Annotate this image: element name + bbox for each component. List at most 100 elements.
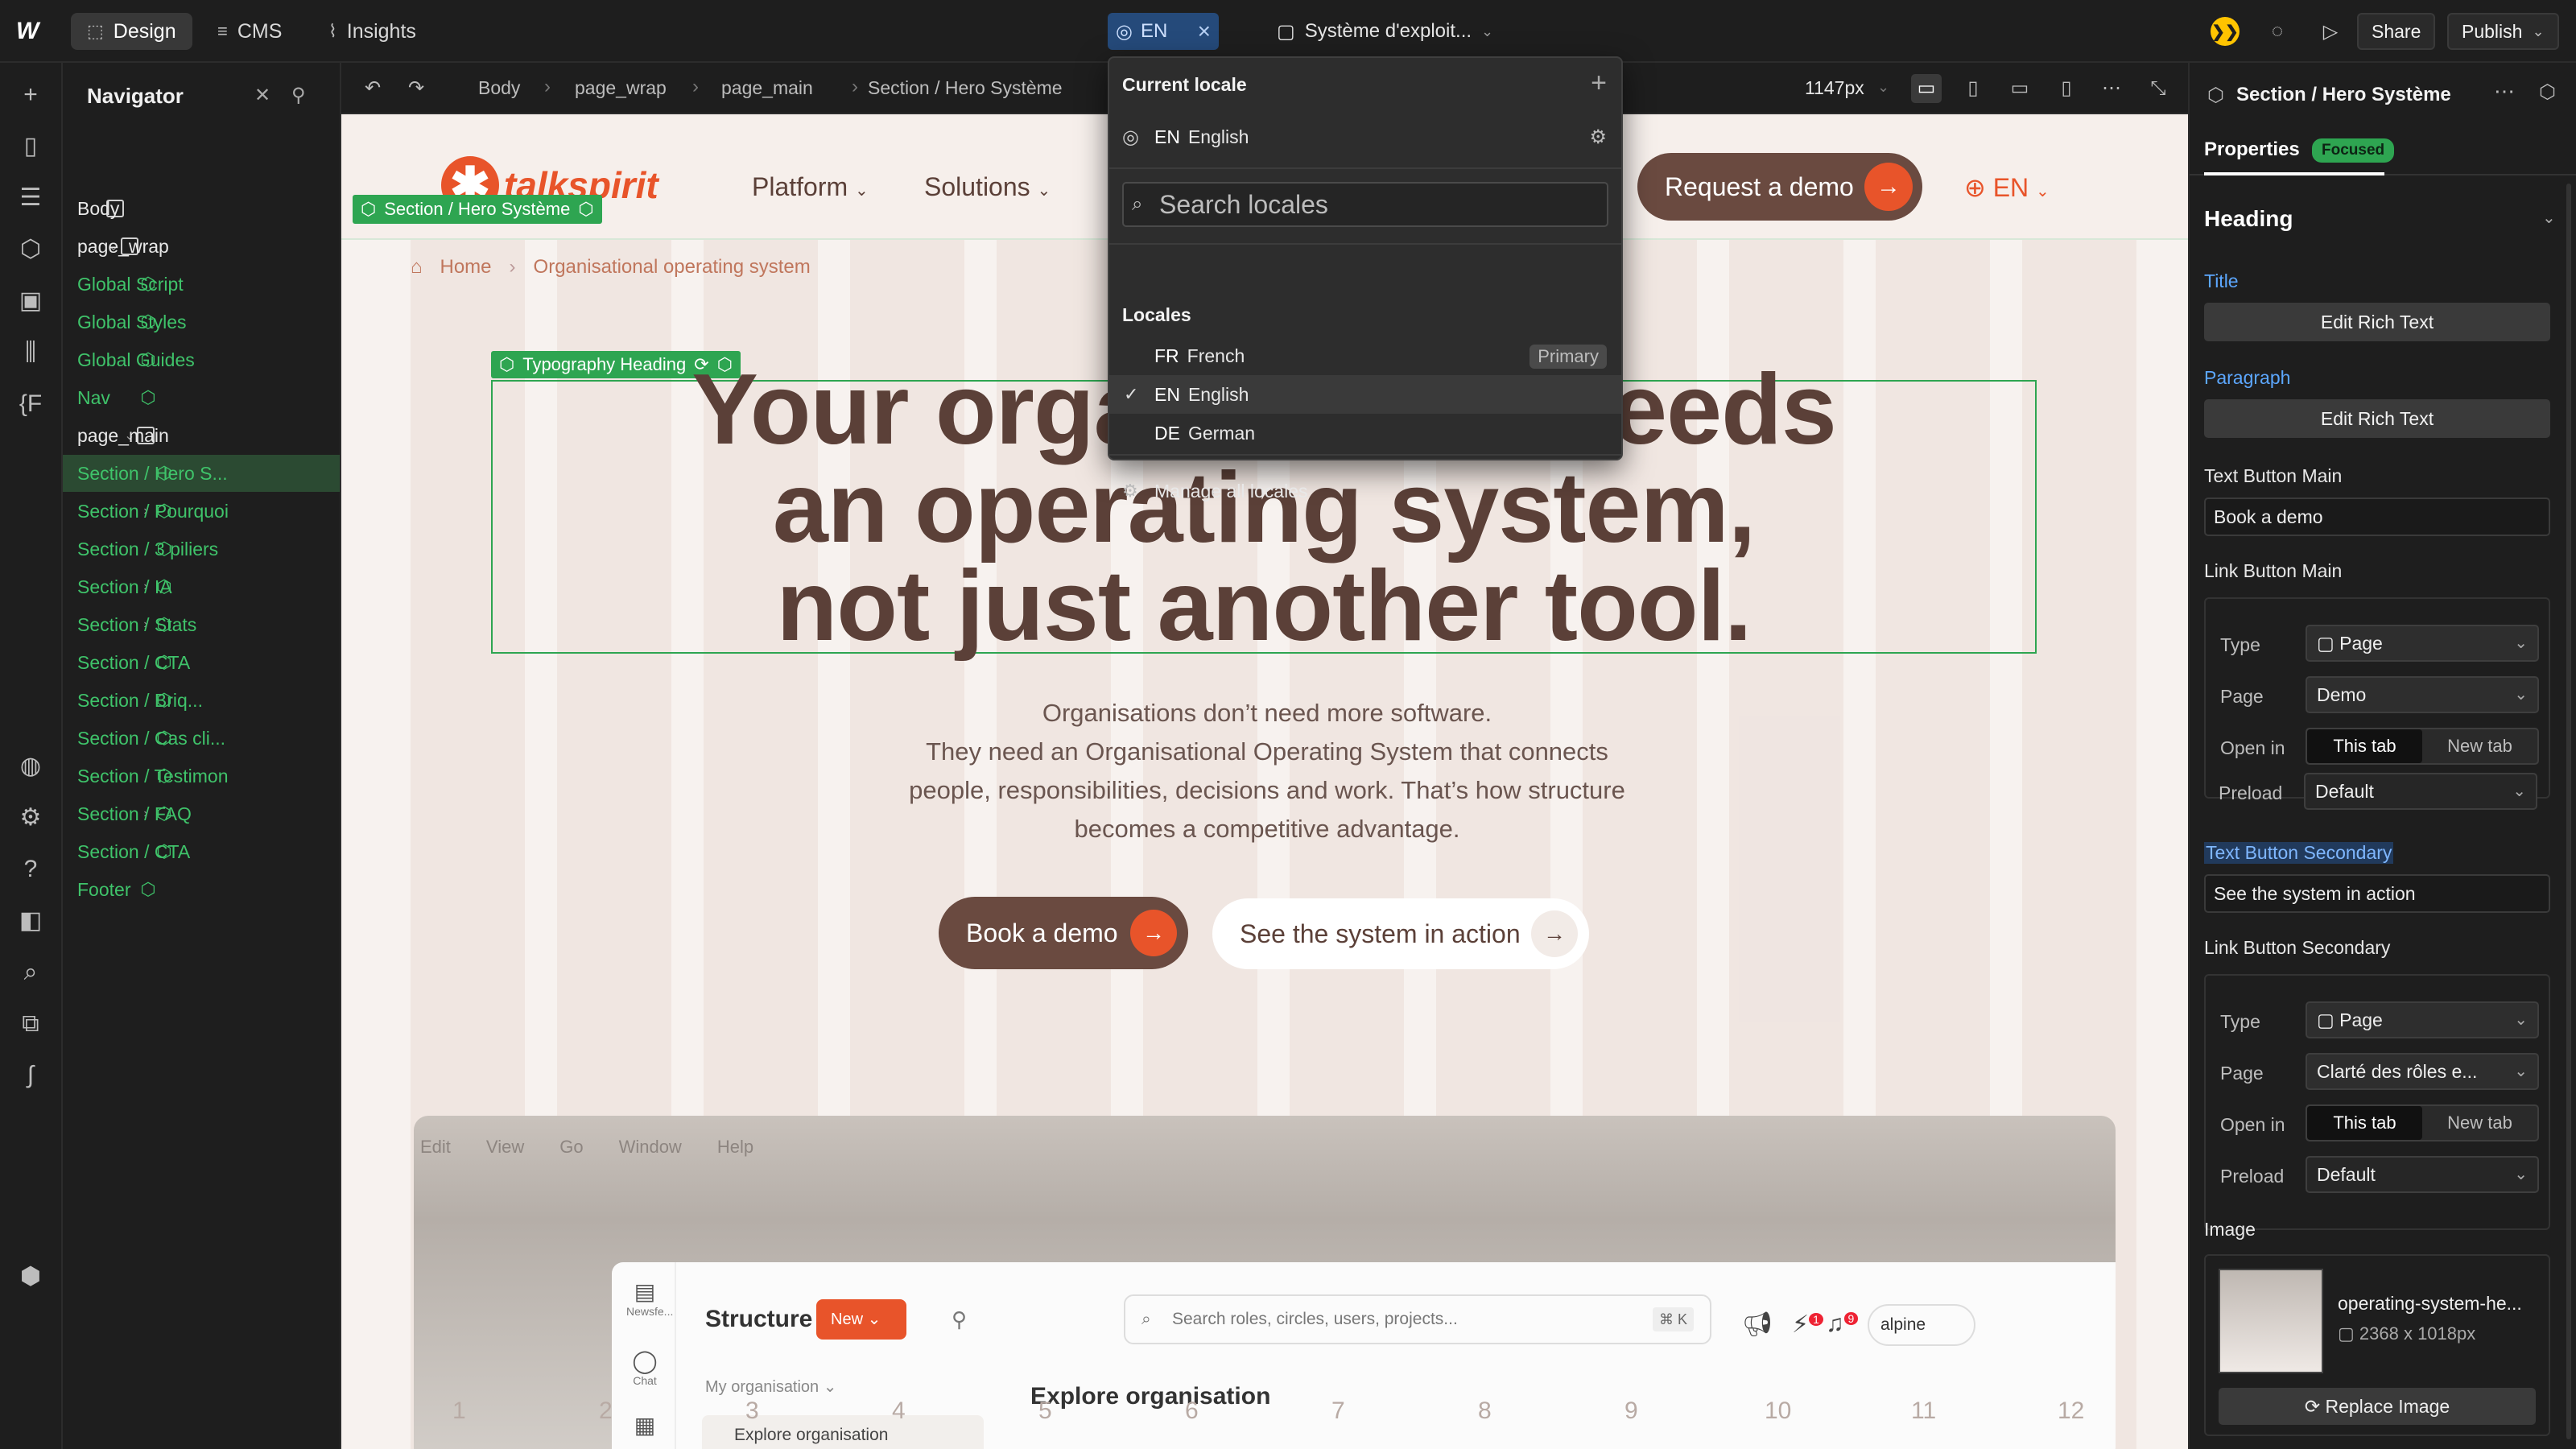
locale-switcher[interactable]: ◎ EN × — [1108, 13, 1219, 50]
replace-image-button[interactable]: ⟳ Replace Image — [2219, 1388, 2536, 1425]
text-button-main-input[interactable]: Book a demo — [2204, 497, 2550, 536]
localization-icon[interactable]: ◍ — [14, 750, 47, 782]
pin-icon[interactable]: ⚲ — [291, 84, 306, 107]
settings-gear-icon[interactable]: ⚙ — [14, 802, 47, 834]
desktop-breakpoint-icon[interactable]: ▭ — [1911, 74, 1942, 103]
variables-icon[interactable]: {F — [14, 388, 47, 420]
site-nav-solutions[interactable]: Solutions ⌄ — [924, 172, 1051, 202]
integrations-icon[interactable]: ∫ — [14, 1059, 47, 1092]
locale-option[interactable]: FR French Primary — [1109, 336, 1621, 375]
link-secondary-page-select[interactable]: Clarté des rôles e... ⌄ — [2306, 1053, 2539, 1090]
more-icon[interactable]: ⋯ — [2096, 74, 2127, 103]
section-selection-tag[interactable]: ⬡ Section / Hero Système ⬡ — [353, 195, 602, 224]
new-tab-option[interactable]: New tab — [2422, 729, 2537, 763]
more-icon[interactable]: ⋯ — [2494, 79, 2515, 104]
navigator-item[interactable]: ⌄ page_wrap — [63, 228, 340, 265]
navigator-item[interactable]: ⬡ Nav — [63, 379, 340, 416]
navigator-item[interactable]: ⬡ Section / Hero S... — [63, 455, 340, 492]
locale-option[interactable]: DE German — [1109, 414, 1621, 452]
breadcrumb-item[interactable]: Section / Hero Système — [868, 77, 1063, 99]
mode-tab-cms[interactable]: ≡ CMS — [201, 13, 298, 50]
tab-properties[interactable]: Properties — [2204, 138, 2300, 161]
audit-icon[interactable]: ◧ — [14, 905, 47, 937]
hero-paragraph[interactable]: Organisations don’t need more software. … — [824, 694, 1710, 848]
navigator-item[interactable]: › ⬡ Section / IA — [63, 568, 340, 605]
activity-icon[interactable]: ❯❯ — [2211, 17, 2240, 46]
heading-section-title[interactable]: Heading — [2204, 206, 2293, 232]
undo-icon[interactable]: ↶ — [357, 74, 388, 103]
new-tab-option[interactable]: New tab — [2422, 1106, 2537, 1140]
image-thumbnail[interactable] — [2219, 1269, 2323, 1373]
navigator-item[interactable]: ⬡ Global Styles — [63, 303, 340, 341]
mobile-landscape-icon[interactable]: ▭ — [2004, 74, 2035, 103]
panel-scrollbar[interactable] — [2566, 184, 2571, 1439]
link-main-preload-select[interactable]: Default ⌄ — [2304, 773, 2537, 810]
pages-icon[interactable]: ▯ — [14, 130, 47, 163]
close-icon[interactable]: × — [1198, 19, 1211, 44]
add-icon[interactable]: + — [14, 79, 47, 111]
mode-tab-insights[interactable]: ⌇ Insights — [312, 13, 432, 50]
assets-icon[interactable]: ▣ — [14, 285, 47, 317]
chevron-down-icon[interactable]: ⌄ — [2542, 208, 2556, 228]
breadcrumb-item[interactable]: page_wrap — [575, 77, 667, 99]
publish-button[interactable]: Publish ⌄ — [2447, 13, 2559, 50]
redo-icon[interactable]: ↷ — [401, 74, 431, 103]
hero-image[interactable]: Edit View Go Window Help ▤ Newsfe... ◯ Cha… — [414, 1116, 2116, 1449]
see-system-button[interactable]: See the system in action → — [1212, 898, 1589, 969]
preview-play-icon[interactable]: ▷ — [2312, 13, 2349, 50]
collapse-canvas-icon[interactable]: ⤡ — [2143, 74, 2174, 103]
navigator-item[interactable]: › ⬡ Section / FAQ — [63, 795, 340, 832]
current-locale-row[interactable]: ◎ EN English ⚙ — [1109, 118, 1621, 156]
request-demo-button[interactable]: Request a demo → — [1637, 153, 1922, 221]
share-button[interactable]: Share — [2357, 13, 2436, 50]
navigator-item[interactable]: ⬡ Section / 3 piliers — [63, 530, 340, 568]
navigator-item[interactable]: › ⬡ Section / Pourquoi — [63, 493, 340, 530]
navigator-item[interactable]: ⬡ Global Guides — [63, 341, 340, 378]
this-tab-option[interactable]: This tab — [2307, 729, 2422, 763]
canvas-width[interactable]: 1147px — [1805, 77, 1864, 99]
navigator-item[interactable]: ⬡ Section / Cas cli... — [63, 720, 340, 757]
edit-title-button[interactable]: Edit Rich Text — [2204, 303, 2550, 341]
book-demo-button[interactable]: Book a demo → — [939, 897, 1188, 969]
this-tab-option[interactable]: This tab — [2307, 1106, 2422, 1140]
navigator-item[interactable]: ⬡ Section / CTA — [63, 833, 340, 870]
link-main-type-select[interactable]: ▢ Page ⌄ — [2306, 625, 2539, 662]
site-nav-platform[interactable]: Platform ⌄ — [752, 172, 869, 202]
mobile-portrait-icon[interactable]: ▯ — [2051, 74, 2082, 103]
tablet-breakpoint-icon[interactable]: ▯ — [1958, 74, 1988, 103]
comment-icon[interactable]: ◌ — [2259, 13, 2296, 50]
navigator-item[interactable]: ⬡ Section / CTA — [63, 644, 340, 681]
breadcrumb-item[interactable]: page_main — [721, 77, 813, 99]
navigator-item[interactable]: ⬡ Section / Briq... — [63, 682, 340, 719]
edit-paragraph-button[interactable]: Edit Rich Text — [2204, 399, 2550, 438]
navigator-item[interactable]: ⬡ Global Script — [63, 266, 340, 303]
navigator-item[interactable]: Body — [63, 190, 340, 227]
manage-locales-item[interactable]: ⚙ Manage all locales — [1109, 472, 1621, 510]
navigator-icon[interactable]: ☰ — [14, 182, 47, 214]
breadcrumb-item[interactable]: Body — [478, 77, 520, 99]
navigator-item[interactable]: ⌄ page_main — [63, 417, 340, 454]
search-icon[interactable]: ⌕ — [14, 956, 47, 989]
components-icon[interactable]: ⬡ — [14, 233, 47, 266]
collapse-icon[interactable]: ✕ — [254, 84, 270, 107]
page-selector[interactable]: ▢ Système d'exploit... ⌄ — [1277, 13, 1493, 50]
mode-tab-design[interactable]: ⬚ Design — [71, 13, 192, 50]
component-settings-icon[interactable]: ⬡ — [2539, 80, 2556, 104]
link-secondary-type-select[interactable]: ▢ Page ⌄ — [2306, 1001, 2539, 1038]
component-settings-icon[interactable]: ⬡ — [578, 199, 593, 220]
help-icon[interactable]: ? — [14, 853, 47, 886]
link-main-page-select[interactable]: Demo ⌄ — [2306, 676, 2539, 713]
navigator-item[interactable]: ⬡ Footer — [63, 871, 340, 908]
navigator-item[interactable]: › ⬡ Section / Stats — [63, 606, 340, 643]
cube-icon[interactable]: ⬢ — [14, 1261, 47, 1293]
gear-icon[interactable]: ⚙ — [1589, 126, 1607, 149]
cms-collections-icon[interactable]: ⫼ — [14, 336, 47, 369]
add-locale-icon[interactable]: + — [1591, 68, 1607, 99]
locale-option[interactable]: ✓ EN English — [1109, 375, 1621, 414]
apps-icon[interactable]: ⧉ — [14, 1008, 47, 1040]
navigator-item[interactable]: ⬡ Section / Testimon — [63, 758, 340, 795]
text-button-secondary-input[interactable]: See the system in action — [2204, 874, 2550, 913]
link-secondary-preload-select[interactable]: Default ⌄ — [2306, 1156, 2539, 1193]
site-language-selector[interactable]: ⊕ EN ⌄ — [1964, 172, 2050, 203]
locale-search-input[interactable]: ⌕ Search locales — [1122, 182, 1608, 227]
